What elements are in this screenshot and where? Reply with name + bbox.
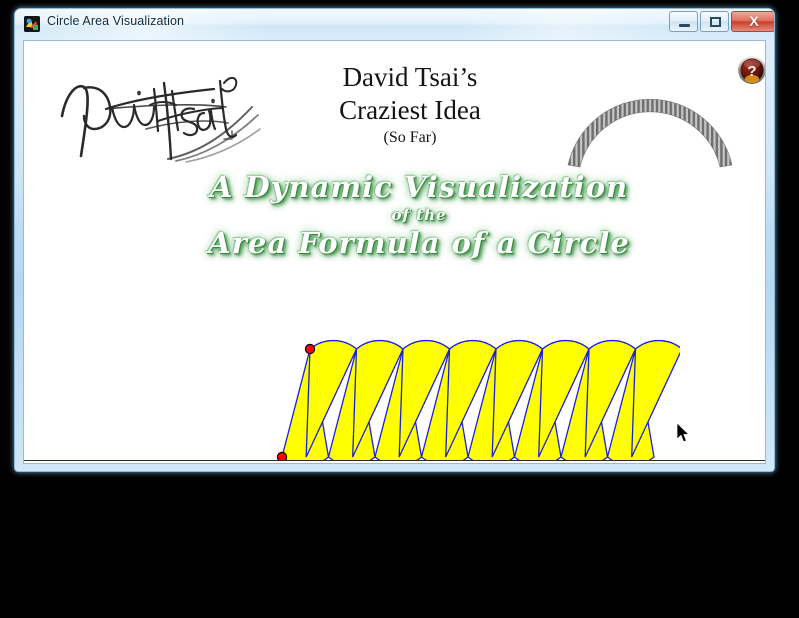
control-panel: Divisions: 16 Accepted Maintain Parallel… [24,461,765,463]
visualization-canvas[interactable]: David Tsai’s Craziest Idea (So Far) ? A … [24,41,765,463]
script-line-2: of the [391,206,447,224]
title-line-3: (So Far) [383,129,437,146]
help-button[interactable]: ? [737,55,765,85]
maximize-button[interactable] [700,11,729,32]
subtitle-script: A Dynamic Visualization of the Area Form… [184,169,654,262]
script-line-3: Area Formula of a Circle [208,226,630,260]
sector-parallelogram[interactable] [260,331,683,463]
maximize-icon [710,17,721,27]
script-line-1: A Dynamic Visualization [209,170,629,204]
window-title: Circle Area Visualization [47,14,185,28]
application-window: Circle Area Visualization X David Tsai’s… [14,8,775,472]
title-line-1: David Tsai’s [342,62,478,92]
close-icon: X [749,13,759,29]
title-bar: Circle Area Visualization X [15,9,774,40]
minimize-button[interactable] [669,11,698,32]
sector-wedge [631,339,683,458]
endpoint-handle[interactable] [304,343,316,355]
mouse-cursor [676,422,690,444]
minimize-icon [679,24,690,27]
title-line-2: Craziest Idea [339,95,481,125]
close-button[interactable]: X [731,11,774,32]
svg-text:?: ? [747,63,756,80]
striped-arc-graphic [550,67,750,177]
signature-logo [46,61,266,166]
screen: Circle Area Visualization X David Tsai’s… [0,0,799,618]
page-title: David Tsai’s Craziest Idea (So Far) [270,61,550,149]
client-area: David Tsai’s Craziest Idea (So Far) ? A … [23,40,766,464]
app-icon [24,16,40,32]
